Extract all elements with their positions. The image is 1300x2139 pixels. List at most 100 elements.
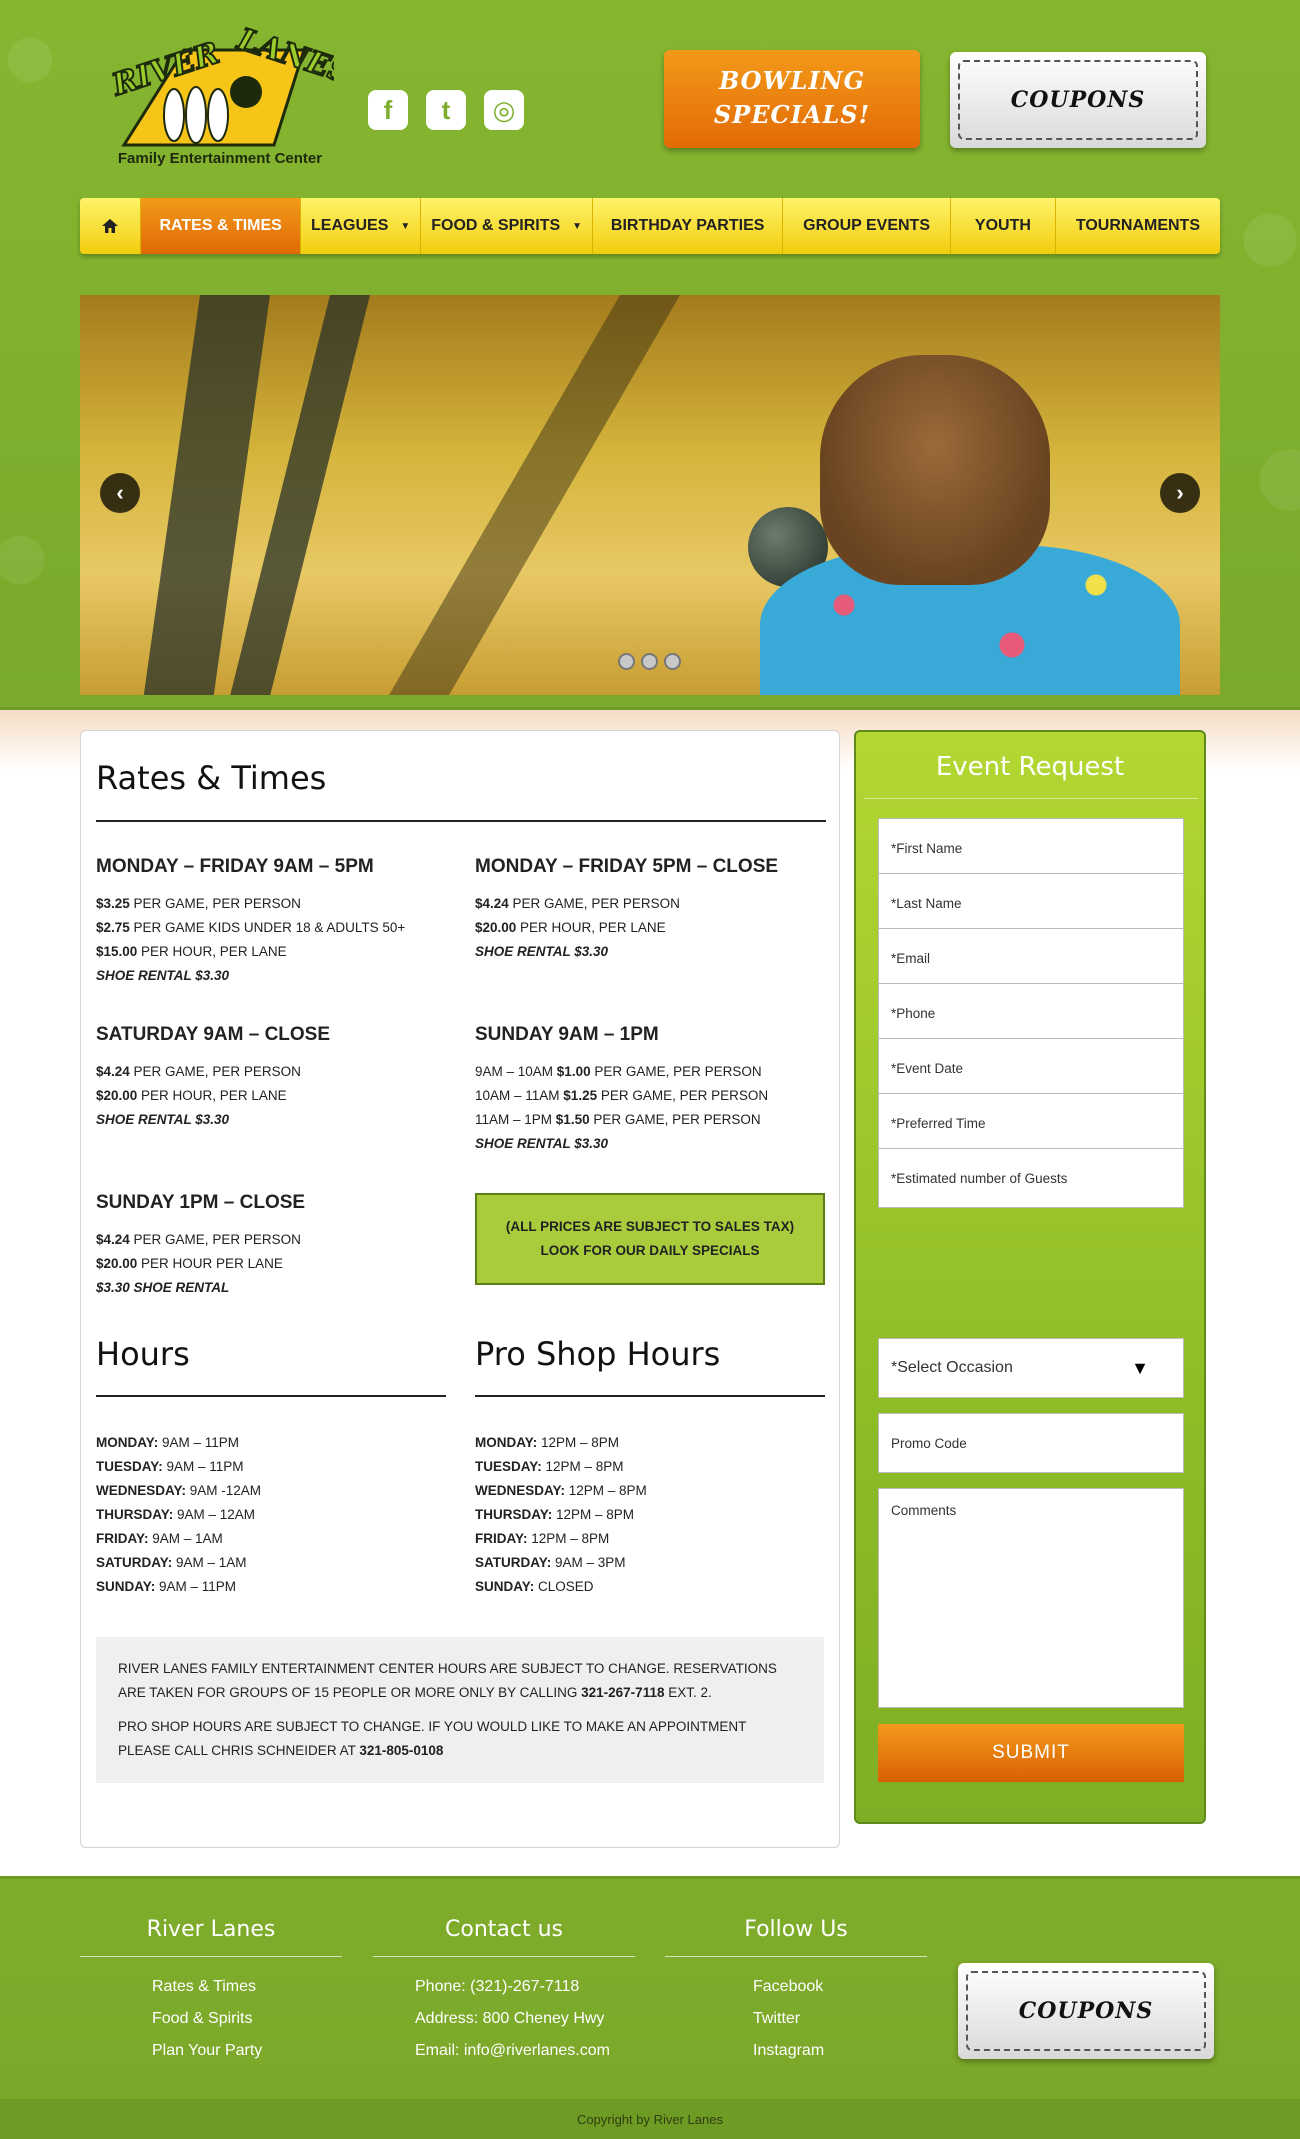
hours-row: FRIDAY: 9AM – 1AM bbox=[96, 1527, 261, 1551]
rate-text: 10AM – 11AM bbox=[475, 1088, 564, 1103]
slider-next-button[interactable]: › bbox=[1160, 473, 1200, 513]
nav-rates-times[interactable]: RATES & TIMES bbox=[141, 198, 302, 254]
twitter-icon[interactable]: t bbox=[426, 90, 466, 130]
rate-block-heading: MONDAY – FRIDAY 5PM – CLOSE bbox=[475, 856, 779, 877]
footer-link-instagram[interactable]: Instagram bbox=[753, 2035, 927, 2067]
slider-dot[interactable] bbox=[641, 653, 658, 670]
coupons-label: COUPONS bbox=[958, 60, 1198, 140]
footer-heading: Contact us bbox=[373, 1917, 635, 1957]
hours-day: THURSDAY: bbox=[475, 1507, 553, 1522]
hours-row: SATURDAY: 9AM – 1AM bbox=[96, 1551, 261, 1575]
promo-code-field[interactable]: Promo Code bbox=[878, 1413, 1184, 1473]
slider-dot[interactable] bbox=[664, 653, 681, 670]
hours-time: 12PM – 8PM bbox=[552, 1507, 635, 1522]
chevron-left-icon: ‹ bbox=[116, 480, 124, 505]
rate-line: $4.24 PER GAME, PER PERSON bbox=[96, 1228, 446, 1252]
nav-home[interactable] bbox=[80, 198, 142, 254]
footer-link-food-spirits[interactable]: Food & Spirits bbox=[152, 2003, 342, 2035]
pro-shop-phone[interactable]: 321-805-0108 bbox=[359, 1743, 443, 1758]
slider-dot[interactable] bbox=[618, 653, 635, 670]
rate-line: $20.00 PER HOUR PER LANE bbox=[96, 1252, 446, 1276]
nav-label: TOURNAMENTS bbox=[1075, 217, 1200, 234]
hours-time: 12PM – 8PM bbox=[537, 1435, 620, 1450]
footer-link-rates-times[interactable]: Rates & Times bbox=[152, 1971, 342, 2003]
rate-line: $3.25 PER GAME, PER PERSON bbox=[96, 892, 446, 916]
nav-birthday-parties[interactable]: BIRTHDAY PARTIES bbox=[593, 198, 784, 254]
first-name-field[interactable]: *First Name bbox=[878, 818, 1184, 878]
rate-line: 11AM – 1PM $1.50 PER GAME, PER PERSON bbox=[475, 1108, 825, 1132]
notice-paragraph: PRO SHOP HOURS ARE SUBJECT TO CHANGE. IF… bbox=[118, 1715, 802, 1763]
hours-day: SUNDAY: bbox=[475, 1579, 535, 1594]
rate-block-heading: SATURDAY 9AM – CLOSE bbox=[96, 1024, 331, 1045]
hours-row: SUNDAY: 9AM – 11PM bbox=[96, 1575, 261, 1599]
rate-line: $4.24 PER GAME, PER PERSON bbox=[96, 1060, 446, 1084]
preferred-time-field[interactable]: *Preferred Time bbox=[878, 1093, 1184, 1153]
email-field[interactable]: *Email bbox=[878, 928, 1184, 988]
field-placeholder: *Preferred Time bbox=[891, 1115, 986, 1131]
nav-label: YOUTH bbox=[974, 217, 1031, 234]
main-nav: RATES & TIMES LEAGUES ▼ FOOD & SPIRITS ▼ B… bbox=[80, 198, 1220, 254]
coupons-label: COUPONS bbox=[966, 1971, 1206, 2051]
guests-field[interactable]: *Estimated number of Guests bbox=[878, 1148, 1184, 1208]
field-placeholder: *Estimated number of Guests bbox=[891, 1170, 1068, 1186]
facebook-icon[interactable]: f bbox=[368, 90, 408, 130]
last-name-field[interactable]: *Last Name bbox=[878, 873, 1184, 933]
field-placeholder: *First Name bbox=[891, 840, 963, 856]
pro-shop-title: Pro Shop Hours bbox=[475, 1335, 721, 1373]
nav-food-spirits[interactable]: FOOD & SPIRITS ▼ bbox=[421, 198, 594, 254]
footer-heading: River Lanes bbox=[80, 1917, 342, 1957]
slider-prev-button[interactable]: ‹ bbox=[100, 473, 140, 513]
hours-day: MONDAY: bbox=[96, 1435, 159, 1450]
hours-row: MONDAY: 12PM – 8PM bbox=[475, 1431, 647, 1455]
site-header: RIVER LANES Family Entertainment Center … bbox=[0, 0, 1300, 710]
rate-text: SHOE RENTAL $3.30 bbox=[475, 944, 609, 959]
rate-line: $15.00 PER HOUR, PER LANE bbox=[96, 940, 446, 964]
footer-phone[interactable]: Phone: (321)-267-7118 bbox=[415, 1971, 635, 2003]
nav-label: GROUP EVENTS bbox=[803, 217, 930, 234]
nav-leagues[interactable]: LEAGUES ▼ bbox=[301, 198, 422, 254]
event-date-field[interactable]: *Event Date bbox=[878, 1038, 1184, 1098]
price: $1.00 bbox=[556, 1064, 591, 1079]
rate-block: MONDAY – FRIDAY 5PM – CLOSE $4.24 PER GAM… bbox=[475, 856, 825, 964]
slider-dots bbox=[618, 653, 681, 670]
phone-field[interactable]: *Phone bbox=[878, 983, 1184, 1043]
price: $3.25 bbox=[96, 896, 130, 911]
nav-group-events[interactable]: GROUP EVENTS bbox=[783, 198, 951, 254]
rate-text: $3.30 SHOE RENTAL bbox=[96, 1280, 230, 1295]
rate-line: $20.00 PER HOUR, PER LANE bbox=[475, 916, 825, 940]
footer-link-facebook[interactable]: Facebook bbox=[753, 1971, 927, 2003]
hours-row: WEDNESDAY: 9AM -12AM bbox=[96, 1479, 261, 1503]
hours-day: SATURDAY: bbox=[96, 1555, 173, 1570]
notice-text: EXT. 2. bbox=[664, 1685, 712, 1700]
coupons-button[interactable]: COUPONS bbox=[950, 52, 1206, 148]
footer-email[interactable]: Email: info@riverlanes.com bbox=[415, 2035, 635, 2067]
hours-day: TUESDAY: bbox=[96, 1459, 163, 1474]
rate-text: PER HOUR, PER LANE bbox=[137, 944, 287, 959]
page-title: Rates & Times bbox=[96, 759, 327, 797]
comments-field[interactable]: Comments bbox=[878, 1488, 1184, 1708]
bowling-specials-label: BOWLING SPECIALS! bbox=[713, 66, 871, 129]
rate-line: 9AM – 10AM $1.00 PER GAME, PER PERSON bbox=[475, 1060, 825, 1084]
nav-youth[interactable]: YOUTH bbox=[951, 198, 1056, 254]
footer-link-twitter[interactable]: Twitter bbox=[753, 2003, 927, 2035]
footer-link-plan-party[interactable]: Plan Your Party bbox=[152, 2035, 342, 2067]
hours-day: TUESDAY: bbox=[475, 1459, 542, 1474]
shoe-rental-line: SHOE RENTAL $3.30 bbox=[96, 964, 446, 988]
rate-line: $4.24 PER GAME, PER PERSON bbox=[475, 892, 825, 916]
submit-button[interactable]: SUBMIT bbox=[878, 1724, 1184, 1782]
logo[interactable]: RIVER LANES bbox=[104, 20, 334, 170]
occasion-select[interactable]: *Select Occasion ▼ bbox=[878, 1338, 1184, 1398]
divider bbox=[96, 1395, 446, 1397]
shoe-rental-line: SHOE RENTAL $3.30 bbox=[96, 1108, 446, 1132]
footer-coupons-button[interactable]: COUPONS bbox=[958, 1963, 1214, 2059]
pro-shop-hours-list: MONDAY: 12PM – 8PM TUESDAY: 12PM – 8PM WED… bbox=[475, 1431, 647, 1599]
rate-line: $2.75 PER GAME KIDS UNDER 18 & ADULTS 50… bbox=[96, 916, 446, 940]
divider bbox=[475, 1395, 825, 1397]
reservation-phone[interactable]: 321-267-7118 bbox=[581, 1685, 664, 1700]
shoe-rental-line: SHOE RENTAL $3.30 bbox=[475, 940, 825, 964]
hours-time: 9AM – 11PM bbox=[162, 1459, 244, 1474]
instagram-icon[interactable]: ◎ bbox=[484, 90, 524, 130]
rate-text: PER GAME, PER PERSON bbox=[129, 1064, 301, 1079]
bowling-specials-button[interactable]: BOWLING SPECIALS! bbox=[664, 50, 920, 148]
nav-tournaments[interactable]: TOURNAMENTS bbox=[1056, 198, 1220, 254]
